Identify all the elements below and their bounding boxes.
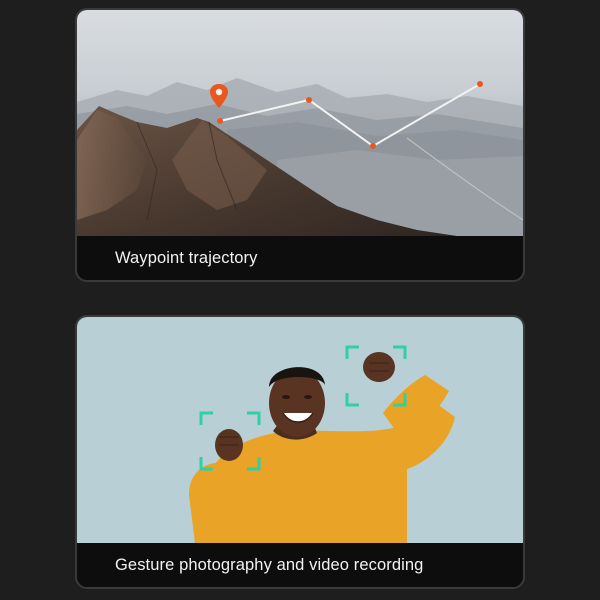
card-caption: Waypoint trajectory bbox=[115, 249, 258, 267]
card-caption: Gesture photography and video recording bbox=[115, 556, 424, 574]
gesture-photo bbox=[77, 317, 523, 543]
feature-card-gesture: Gesture photography and video recording bbox=[75, 315, 525, 589]
waypoint-dot-icon bbox=[306, 97, 312, 103]
waypoint-dot-icon bbox=[217, 118, 223, 124]
person-illustration bbox=[77, 317, 523, 543]
waypoint-photo bbox=[77, 10, 523, 236]
mountain-landscape-illustration bbox=[77, 10, 523, 236]
waypoint-dot-icon bbox=[370, 143, 376, 149]
waypoint-dot-icon bbox=[477, 81, 483, 87]
feature-card-waypoint: Waypoint trajectory bbox=[75, 8, 525, 282]
